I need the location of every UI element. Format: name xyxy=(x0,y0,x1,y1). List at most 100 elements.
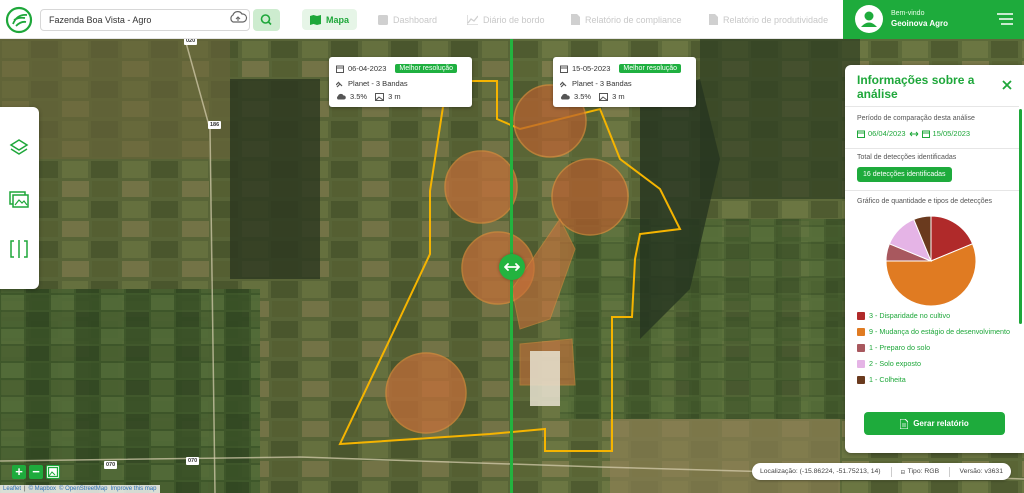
zoom-controls: + − xyxy=(12,465,60,479)
best-resolution-badge: Melhor resolução xyxy=(395,64,458,73)
calendar-icon xyxy=(560,65,568,73)
legend-swatch xyxy=(857,375,865,384)
image-source: Planet - 3 Bandas xyxy=(572,79,632,88)
cloud-icon xyxy=(560,93,570,100)
comparison-period: 06/04/2023 15/05/2023 xyxy=(857,129,970,138)
leaflet-link[interactable]: Leaflet xyxy=(3,486,21,492)
map-attribution: Leaflet | © Mapbox © OpenStreetMap Impro… xyxy=(0,485,160,493)
image-resolution: 3 m xyxy=(612,92,625,101)
satellite-icon xyxy=(560,81,567,87)
legend-swatch xyxy=(857,343,865,352)
legend-label: 9 - Mudança do estágio de desenvolviment… xyxy=(869,327,1011,336)
calendar-icon xyxy=(921,130,930,138)
mapbox-link[interactable]: © Mapbox xyxy=(29,486,56,492)
images-icon[interactable] xyxy=(8,188,30,210)
close-icon[interactable] xyxy=(1002,80,1012,90)
image-icon xyxy=(47,466,59,478)
legend-swatch xyxy=(857,359,865,368)
location-readout: Localização: (-15.86224, -51.75213, 14) xyxy=(760,468,881,475)
calendar-icon xyxy=(857,130,865,138)
chart-legend: 3 - Disparidade no cultivo 9 - Mudança do… xyxy=(857,310,1017,390)
legend-swatch xyxy=(857,327,865,336)
search-icon xyxy=(260,14,272,26)
legend-label: 1 - Preparo do solo xyxy=(869,343,931,352)
chart-label: Gráfico de quantidade e tipos de detecçõ… xyxy=(857,198,993,205)
farm-search[interactable] xyxy=(40,9,250,31)
cloud-upload-icon[interactable] xyxy=(228,8,248,28)
avatar xyxy=(855,5,883,33)
image-type: Tipo: RGB xyxy=(907,468,940,475)
left-image-card[interactable]: 06-04-2023 Melhor resolução Planet - 3 B… xyxy=(329,57,472,107)
left-toolbar xyxy=(0,107,39,289)
calendar-icon xyxy=(336,65,344,73)
best-resolution-badge: Melhor resolução xyxy=(619,64,682,73)
legend-label: 2 - Solo exposto xyxy=(869,359,921,368)
compare-split-handle[interactable] xyxy=(499,254,525,280)
road-label: 070 xyxy=(104,461,118,469)
logo-icon[interactable] xyxy=(5,6,33,34)
nav-diario[interactable]: Diário de bordo xyxy=(467,9,545,30)
detections-pie-chart[interactable] xyxy=(885,215,977,307)
nav-dashboard[interactable]: Dashboard xyxy=(378,9,437,30)
generate-report-button[interactable]: Gerar relatório xyxy=(864,412,1005,435)
divider xyxy=(845,106,1019,107)
cloud-cover: 3.5% xyxy=(350,92,368,101)
period-end: 15/05/2023 xyxy=(932,129,971,138)
image-date: 15-05-2023 xyxy=(572,64,611,73)
analysis-info-panel: Informações sobre a análise Período de c… xyxy=(845,65,1024,453)
nav-label: Relatório de compliance xyxy=(585,14,682,25)
divider xyxy=(845,148,1019,149)
document-icon xyxy=(709,14,718,25)
osm-link[interactable]: © OpenStreetMap xyxy=(59,486,107,492)
image-icon xyxy=(900,469,905,474)
nav-label: Mapa xyxy=(326,14,350,25)
image-icon xyxy=(599,92,609,101)
panel-title: Informações sobre a análise xyxy=(857,73,975,101)
legend-label: 1 - Colheita xyxy=(869,375,906,384)
image-resolution: 3 m xyxy=(388,92,401,101)
improve-map-link[interactable]: Improve this map xyxy=(110,486,156,492)
legend-item[interactable]: 9 - Mudança do estágio de desenvolviment… xyxy=(857,326,1017,337)
legend-item[interactable]: 2 - Solo exposto xyxy=(857,358,1017,369)
top-bar: Mapa Dashboard Diário de bordo Relatório… xyxy=(0,0,1024,39)
legend-item[interactable]: 3 - Disparidade no cultivo xyxy=(857,310,1017,321)
user-menu[interactable]: Bem-vindo Geoinova Agro xyxy=(843,0,1024,39)
document-icon xyxy=(900,418,909,429)
arrows-horizontal-icon xyxy=(909,131,918,136)
nav-label: Relatório de produtividade xyxy=(723,14,829,25)
compare-icon[interactable] xyxy=(8,238,30,260)
road-label: 070 xyxy=(186,457,200,465)
fullscreen-button[interactable] xyxy=(46,465,60,479)
image-icon xyxy=(375,92,385,101)
report-button-label: Gerar relatório xyxy=(913,419,969,428)
zoom-out-button[interactable]: − xyxy=(29,465,43,479)
legend-label: 3 - Disparidade no cultivo xyxy=(869,311,951,320)
nav-mapa[interactable]: Mapa xyxy=(302,9,358,30)
cloud-cover: 3.5% xyxy=(574,92,592,101)
hamburger-menu-icon[interactable] xyxy=(997,12,1013,26)
farm-search-input[interactable] xyxy=(49,15,219,25)
nav-produtividade[interactable]: Relatório de produtividade xyxy=(709,9,828,30)
image-date: 06-04-2023 xyxy=(348,64,387,73)
search-button[interactable] xyxy=(253,9,280,31)
map-icon xyxy=(310,14,321,25)
period-label: Período de comparação desta análise xyxy=(857,115,975,122)
user-icon xyxy=(861,11,877,27)
cloud-icon xyxy=(336,93,346,100)
legend-item[interactable]: 1 - Colheita xyxy=(857,374,1017,385)
nav-compliance[interactable]: Relatório de compliance xyxy=(571,9,682,30)
chart-line-icon xyxy=(467,14,478,25)
period-start: 06/04/2023 xyxy=(868,129,906,138)
zoom-in-button[interactable]: + xyxy=(12,465,26,479)
layers-icon[interactable] xyxy=(8,137,30,159)
right-image-card[interactable]: 15-05-2023 Melhor resolução Planet - 3 B… xyxy=(553,57,696,107)
detections-count-badge: 16 detecções identificadas xyxy=(857,167,952,182)
image-source: Planet - 3 Bandas xyxy=(348,79,408,88)
arrows-horizontal-icon xyxy=(504,263,520,271)
panel-scrollbar[interactable] xyxy=(1019,109,1022,324)
user-greeting: Bem-vindo xyxy=(891,10,925,17)
user-name: Geoinova Agro xyxy=(891,19,949,28)
legend-item[interactable]: 1 - Preparo do solo xyxy=(857,342,1017,353)
satellite-icon xyxy=(336,81,343,87)
dashboard-icon xyxy=(378,14,388,25)
